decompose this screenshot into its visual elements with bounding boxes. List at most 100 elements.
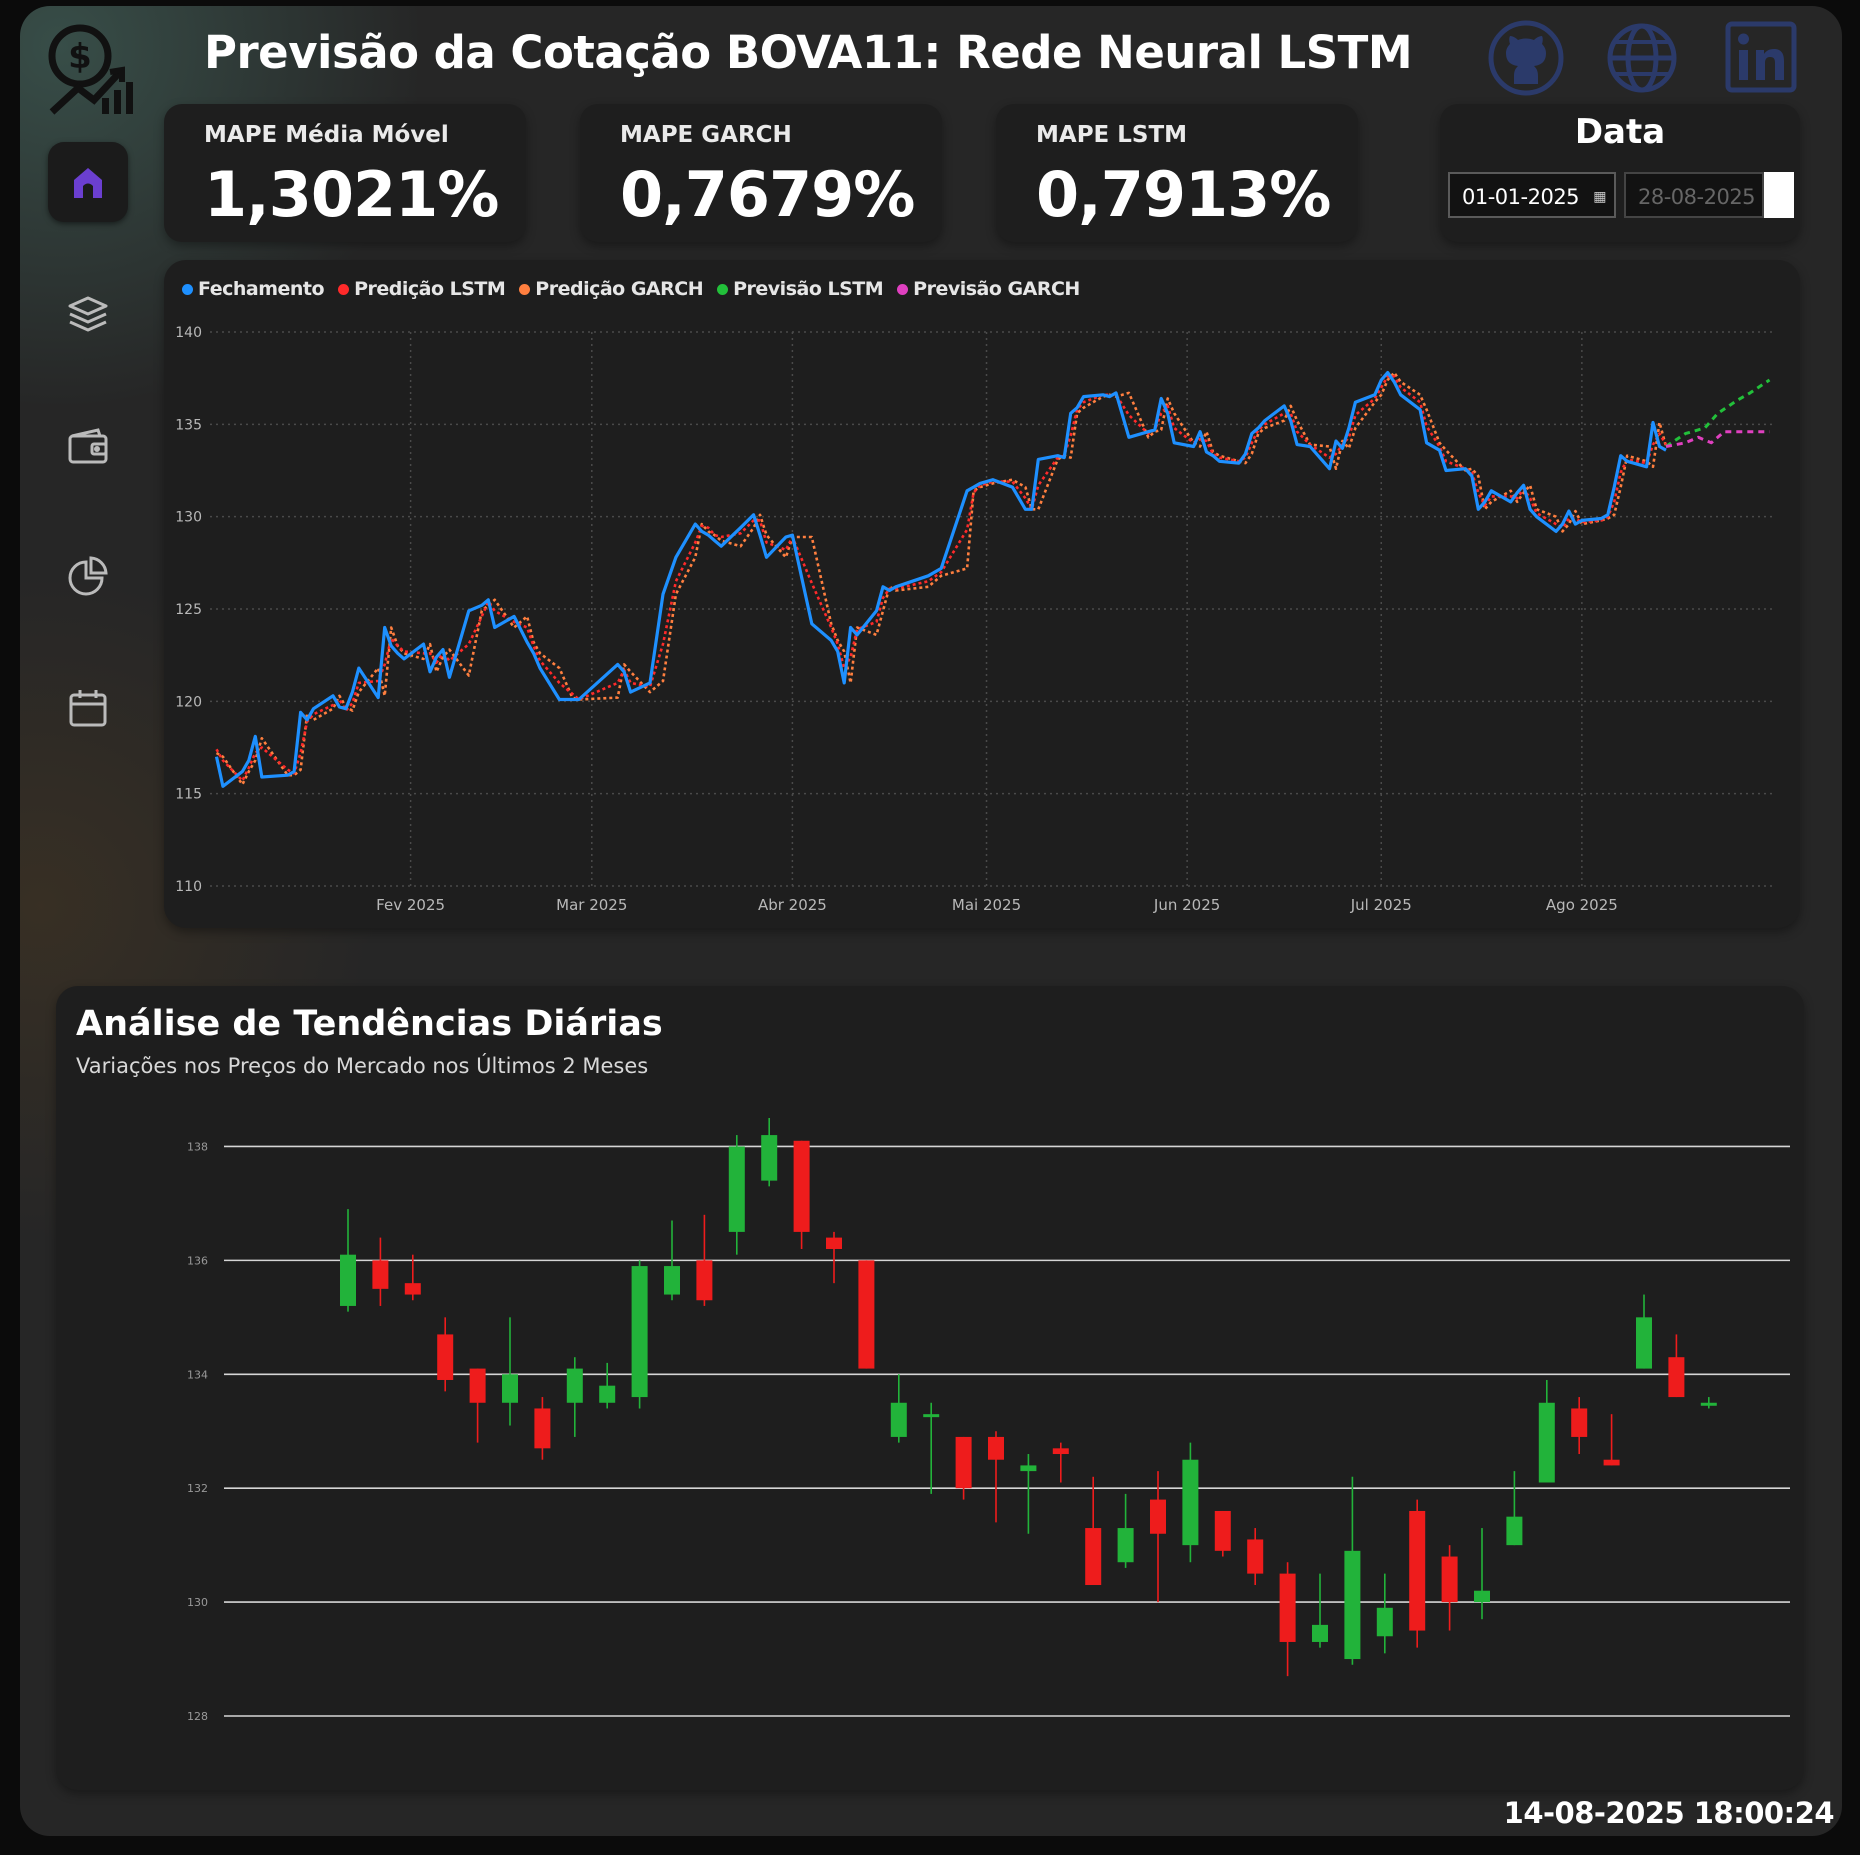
home-icon[interactable] [48,142,128,222]
candle-body [988,1436,1004,1460]
date-range-slider-handle[interactable] [1764,172,1794,218]
candle-body [404,1283,421,1295]
x-tick-label: Mai 2025 [952,896,1021,914]
y-tick-label: 115 [175,787,202,803]
candle-body [1085,1528,1102,1586]
y-tick-label: 134 [187,1368,208,1381]
candle-body [728,1146,745,1232]
candle-body [1214,1510,1231,1551]
candle-body [1020,1465,1037,1472]
candle-body [1150,1499,1166,1534]
svg-text:$: $ [68,37,92,77]
x-tick-label: Jun 2025 [1153,896,1220,914]
date-filter-card: Data 01-01-2025 ▦ 28-08-2025 [1440,104,1800,242]
end-date-input[interactable]: 28-08-2025 [1624,172,1764,218]
candle-body [372,1260,389,1289]
candle-body [502,1374,518,1403]
x-tick-label: Jul 2025 [1350,896,1412,914]
candle-body [566,1368,583,1403]
kpi-value: 0,7679% [620,158,915,231]
y-tick-label: 120 [175,694,202,710]
series-fechamento [214,370,1667,788]
dashboard-window: $ Previsão da Cotação BOVA11: Rede Neura… [20,6,1842,1836]
kpi-card-mape-garch: MAPE GARCH 0,7679% [580,104,942,242]
forecast-chart-panel: Fechamento Predição LSTM Predição GARCH … [164,260,1800,928]
y-tick-label: 125 [175,602,202,618]
candle-body [1474,1590,1490,1603]
candle-body [340,1254,356,1306]
y-tick-label: 138 [187,1140,208,1153]
y-tick-label: 135 [175,417,202,433]
layers-icon[interactable] [48,274,128,354]
candle-body [1247,1539,1264,1574]
x-tick-label: Ago 2025 [1546,896,1618,914]
candle-body [469,1368,486,1403]
candle-body [826,1237,842,1249]
series-previsao-garch [1665,430,1770,448]
candle-body [1636,1317,1652,1369]
kpi-label: MAPE LSTM [1036,122,1188,148]
candle-body [1117,1528,1134,1563]
candle-body [890,1402,907,1437]
candle-body [1409,1510,1426,1631]
candle-body [1571,1408,1588,1437]
candle-body [1700,1402,1717,1406]
end-date-value: 28-08-2025 [1638,185,1756,209]
candlestick-panel: Análise de Tendências Diárias Variações … [56,986,1804,1790]
candle-body [1668,1357,1685,1398]
github-icon[interactable] [1486,18,1566,98]
y-tick-label: 136 [187,1254,208,1267]
candle-body [1603,1459,1620,1466]
y-tick-label: 140 [175,325,202,341]
candle-body [599,1385,616,1403]
candle-body [1182,1459,1199,1546]
linkedin-icon[interactable] [1722,18,1802,98]
calendar-picker-icon[interactable]: ▦ [1593,174,1606,220]
start-date-value: 01-01-2025 [1462,185,1580,209]
y-tick-label: 128 [187,1710,208,1723]
kpi-label: MAPE Média Móvel [204,122,449,148]
forecast-line-chart[interactable]: 110 115 120 125 130 135 140 Fev 2025 Mar 2025 Abr… [164,260,1800,928]
pie-chart-icon[interactable] [48,536,128,616]
series-predicao-garch [215,371,1668,786]
kpi-label: MAPE GARCH [620,122,792,148]
y-tick-label: 110 [175,879,202,895]
series-predicao-lstm [215,375,1668,783]
date-filter-label: Data [1574,112,1666,152]
candle-body [696,1260,713,1301]
kpi-card-mape-media-movel: MAPE Média Móvel 1,3021% [164,104,526,242]
y-tick-label: 132 [187,1482,208,1495]
kpi-value: 0,7913% [1036,158,1331,231]
calendar-icon[interactable] [48,668,128,748]
x-tick-label: Fev 2025 [376,896,445,914]
candle-body [955,1436,972,1489]
candle-body [1441,1556,1458,1603]
candle-body [1279,1573,1296,1642]
candle-body [1052,1448,1069,1455]
page-title: Previsão da Cotação BOVA11: Rede Neural … [204,26,1413,79]
globe-icon[interactable] [1602,18,1682,98]
x-tick-label: Mar 2025 [556,896,627,914]
candle-body [923,1414,940,1418]
candle-body [793,1140,810,1232]
candle-body [1344,1550,1361,1660]
kpi-card-mape-lstm: MAPE LSTM 0,7913% [996,104,1358,242]
y-tick-label: 130 [187,1596,208,1609]
kpi-value: 1,3021% [204,158,499,231]
money-growth-logo-icon: $ [44,20,144,120]
candle-body [534,1408,551,1449]
x-tick-label: Abr 2025 [758,896,827,914]
candle-body [437,1334,454,1380]
candle-body [1538,1402,1555,1483]
candle-body [1506,1516,1523,1546]
candle-body [664,1266,680,1295]
wallet-icon[interactable] [48,406,128,486]
candle-body [858,1260,875,1369]
start-date-input[interactable]: 01-01-2025 ▦ [1448,172,1616,218]
candle-body [761,1135,778,1181]
candle-body [631,1266,648,1398]
candlestick-chart[interactable]: 128 130 132 134 136 138 [56,986,1804,1790]
last-updated-timestamp: 14-08-2025 18:00:24 [1503,1796,1835,1830]
y-tick-label: 130 [175,510,202,526]
candle-body [1376,1607,1393,1637]
